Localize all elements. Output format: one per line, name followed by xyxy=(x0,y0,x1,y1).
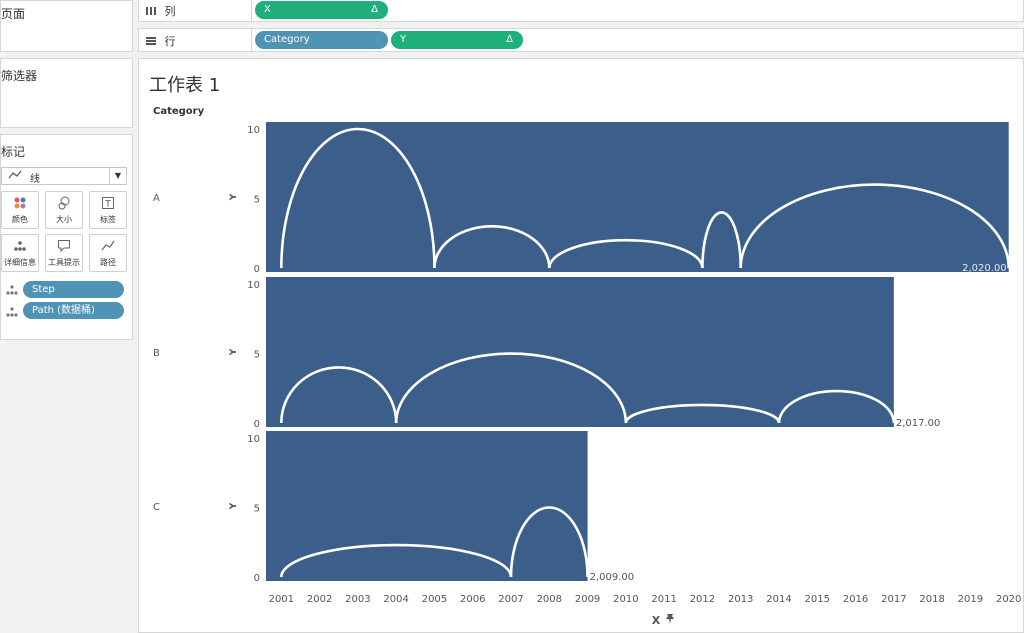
x-tick-label: 2019 xyxy=(958,594,983,605)
y-tick-label: 10 xyxy=(247,434,260,445)
chart: A Y 0 5 10 2,020.00 B Y 0 5 10 2,017.00 C Y 0 5 10 2,009.… xyxy=(153,122,1022,627)
x-tick-label: 2013 xyxy=(728,594,753,605)
x-tick-label: 2008 xyxy=(537,594,562,605)
y-axis-title: Y xyxy=(229,348,239,356)
y-tick-label: 0 xyxy=(254,264,260,275)
x-tick-label: 2012 xyxy=(690,594,715,605)
end-value-label: 2,009.00 xyxy=(590,572,635,583)
x-tick-label: 2004 xyxy=(383,594,408,605)
x-tick-label: 2015 xyxy=(805,594,830,605)
x-tick-label: 2017 xyxy=(881,594,906,605)
category-label: B xyxy=(153,348,160,359)
pin-icon[interactable] xyxy=(666,614,674,624)
y-tick-label: 10 xyxy=(247,125,260,136)
x-tick-label: 2002 xyxy=(307,594,332,605)
x-tick-label: 2006 xyxy=(460,594,485,605)
x-tick-label: 2010 xyxy=(613,594,638,605)
y-tick-label: 5 xyxy=(254,195,260,206)
x-tick-label: 2016 xyxy=(843,594,868,605)
x-axis-title: X xyxy=(652,614,661,627)
panel-b: B Y 0 5 10 2,017.00 xyxy=(153,277,940,430)
x-tick-label: 2001 xyxy=(269,594,294,605)
panel-area[interactable] xyxy=(266,431,588,581)
y-tick-label: 10 xyxy=(247,280,260,291)
x-tick-label: 2011 xyxy=(651,594,676,605)
panel-area[interactable] xyxy=(266,277,894,427)
x-tick-label: 2007 xyxy=(498,594,523,605)
category-label: A xyxy=(153,193,160,204)
x-tick-label: 2020 xyxy=(996,594,1021,605)
y-tick-label: 0 xyxy=(254,573,260,584)
x-tick-label: 2014 xyxy=(766,594,791,605)
y-axis-title: Y xyxy=(229,193,239,201)
x-axis: 2001 2002 2003 2004 2005 2006 2007 2008 2009 2010… xyxy=(269,594,1022,605)
y-tick-label: 5 xyxy=(254,504,260,515)
x-tick-label: 2005 xyxy=(422,594,447,605)
y-tick-label: 0 xyxy=(254,419,260,430)
panel-c: C Y 0 5 10 2,009.00 xyxy=(153,431,634,584)
y-tick-label: 5 xyxy=(254,350,260,361)
chart-panels: A Y 0 5 10 2,020.00 B Y 0 5 10 2,017.00 C Y 0 5 10 2,009.… xyxy=(153,122,1010,584)
y-axis-title: Y xyxy=(229,502,239,510)
category-label: C xyxy=(153,502,160,513)
end-value-label: 2,017.00 xyxy=(896,418,941,429)
x-tick-label: 2003 xyxy=(345,594,370,605)
panel-a: A Y 0 5 10 2,020.00 xyxy=(153,122,1010,275)
x-tick-label: 2018 xyxy=(919,594,944,605)
end-value-label: 2,020.00 xyxy=(962,263,1007,274)
panel-area[interactable] xyxy=(266,122,1009,272)
x-tick-label: 2009 xyxy=(575,594,600,605)
